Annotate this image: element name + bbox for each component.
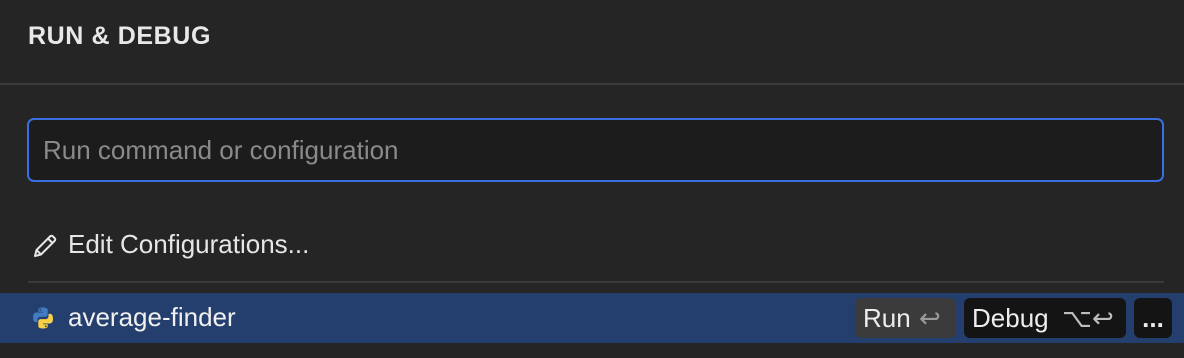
configuration-item[interactable]: average-finder Run ↩ Debug ⌥↩ ... (0, 293, 1184, 343)
option-return-key-icon: ⌥↩ (1062, 303, 1114, 333)
panel-header: RUN & DEBUG (0, 0, 1184, 85)
debug-button[interactable]: Debug ⌥↩ (964, 298, 1126, 338)
search-input[interactable] (43, 120, 1143, 180)
pencil-icon (34, 234, 57, 257)
edit-configurations-item[interactable]: Edit Configurations... (28, 220, 1164, 272)
panel-title: RUN & DEBUG (28, 22, 211, 50)
debug-button-label: Debug (972, 303, 1049, 333)
more-options-button[interactable]: ... (1134, 298, 1172, 338)
edit-configurations-label: Edit Configurations... (68, 229, 310, 259)
run-debug-panel: RUN & DEBUG Edit Configurations... avera… (0, 0, 1184, 358)
python-icon (33, 307, 53, 329)
configuration-name: average-finder (68, 302, 236, 332)
run-button-label: Run (863, 303, 911, 333)
run-button[interactable]: Run ↩ (855, 298, 956, 338)
divider (28, 281, 1164, 283)
search-box[interactable] (27, 118, 1164, 182)
return-key-icon: ↩ (919, 303, 941, 333)
